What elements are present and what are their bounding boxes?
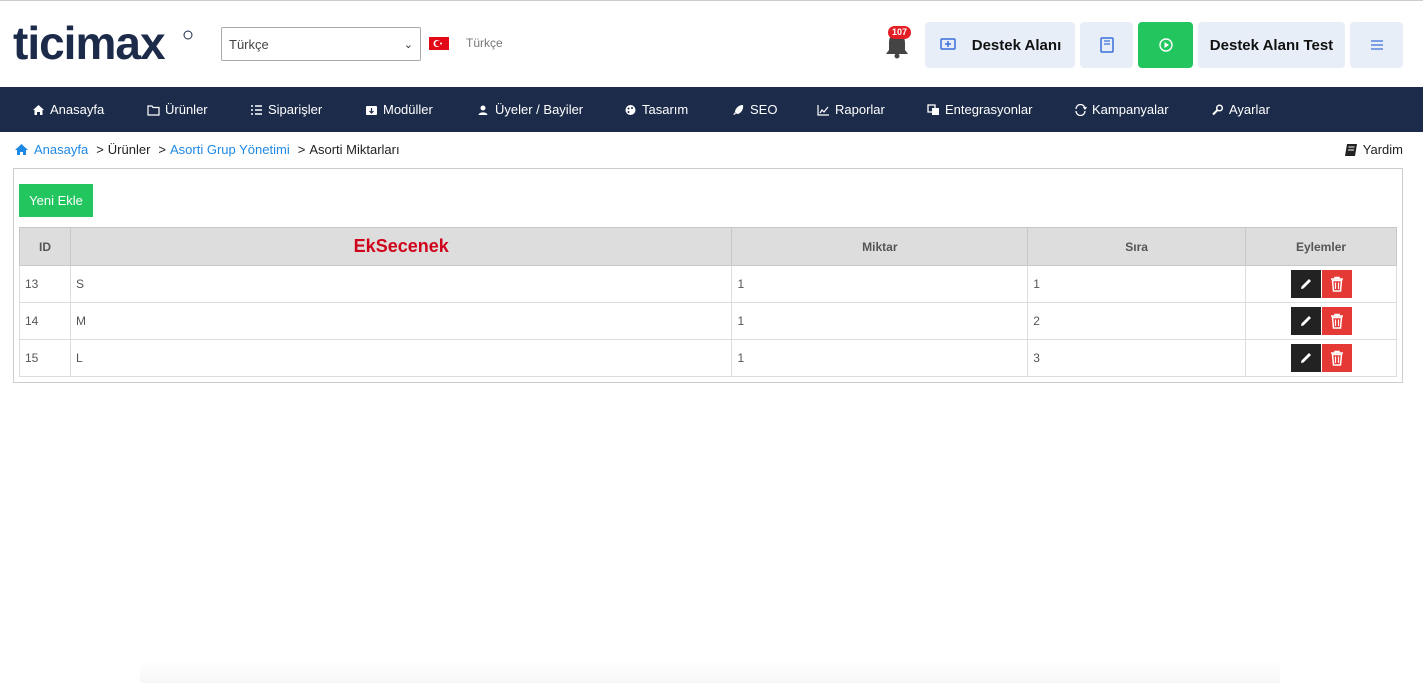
breadcrumb-home-link[interactable]: Anasayfa bbox=[34, 142, 88, 157]
edit-button[interactable] bbox=[1290, 307, 1321, 335]
table-row: 15 L 1 3 bbox=[19, 339, 1397, 377]
cell-order: 1 bbox=[1027, 265, 1247, 303]
table-header-row: ID EkSecenek Miktar Sıra Eylemler bbox=[19, 227, 1397, 266]
edit-button[interactable] bbox=[1290, 270, 1321, 298]
refresh-icon bbox=[1075, 103, 1087, 116]
cell-quantity: 1 bbox=[731, 339, 1029, 377]
home-icon bbox=[15, 144, 28, 155]
breadcrumb-separator: > bbox=[96, 142, 104, 157]
column-header-order[interactable]: Sıra bbox=[1027, 227, 1247, 266]
nav-item-modules[interactable]: Modüller bbox=[365, 87, 433, 132]
guide-book-button[interactable] bbox=[1080, 22, 1133, 68]
cell-option: S bbox=[69, 265, 733, 303]
rocket-icon bbox=[733, 104, 744, 115]
palette-icon bbox=[625, 104, 636, 115]
folder-icon bbox=[147, 104, 160, 116]
cell-id: 15 bbox=[19, 339, 71, 377]
turkey-flag-icon bbox=[429, 37, 449, 50]
cell-order: 2 bbox=[1027, 302, 1247, 340]
table-row: 13 S 1 1 bbox=[19, 265, 1397, 303]
cell-quantity: 1 bbox=[731, 302, 1029, 340]
column-header-option[interactable]: EkSecenek bbox=[69, 227, 733, 266]
module-icon bbox=[366, 105, 377, 115]
delete-button[interactable] bbox=[1321, 270, 1352, 298]
nav-item-seo[interactable]: SEO bbox=[732, 87, 777, 132]
nav-item-reports[interactable]: Raporlar bbox=[817, 87, 885, 132]
users-icon bbox=[478, 105, 488, 115]
cell-actions bbox=[1245, 339, 1397, 377]
edit-button[interactable] bbox=[1290, 344, 1321, 372]
book-icon bbox=[1344, 143, 1357, 156]
add-comment-icon bbox=[940, 38, 956, 50]
trash-icon bbox=[1330, 276, 1343, 292]
video-play-button[interactable] bbox=[1138, 22, 1193, 68]
chevron-down-icon: ⌄ bbox=[403, 38, 413, 51]
wrench-icon bbox=[1212, 103, 1224, 115]
table-row: 14 M 1 2 bbox=[19, 302, 1397, 340]
cell-actions bbox=[1245, 265, 1397, 303]
delete-button[interactable] bbox=[1321, 344, 1352, 372]
breadcrumb-group-link[interactable]: Asorti Grup Yönetimi bbox=[170, 142, 290, 157]
nav-item-integrations[interactable]: Entegrasyonlar bbox=[927, 87, 1032, 132]
pencil-icon bbox=[1300, 353, 1311, 363]
nav-item-home[interactable]: Anasayfa bbox=[32, 87, 104, 132]
trash-icon bbox=[1330, 313, 1343, 329]
svg-text:ticimax: ticimax bbox=[13, 19, 166, 69]
support-area-button[interactable]: Destek Alanı bbox=[925, 22, 1075, 68]
cell-id: 13 bbox=[19, 265, 71, 303]
add-new-button[interactable]: Yeni Ekle bbox=[19, 184, 93, 217]
delete-button[interactable] bbox=[1321, 307, 1352, 335]
nav-item-campaigns[interactable]: Kampanyalar bbox=[1074, 87, 1169, 132]
language-label: Türkçe bbox=[466, 36, 503, 50]
list-icon bbox=[251, 104, 262, 115]
footer-shadow bbox=[140, 660, 1280, 683]
nav-item-settings[interactable]: Ayarlar bbox=[1211, 87, 1270, 132]
assortment-table: ID EkSecenek Miktar Sıra Eylemler 13 S 1… bbox=[19, 227, 1397, 377]
nav-item-design[interactable]: Tasarım bbox=[624, 87, 688, 132]
nav-item-products[interactable]: Ürünler bbox=[147, 87, 208, 132]
cell-option: L bbox=[69, 339, 733, 377]
top-header: ticimax Türkçe ⌄ Türkçe 107 Destek Alanı… bbox=[0, 0, 1423, 87]
chart-icon bbox=[817, 104, 829, 116]
breadcrumb-separator: > bbox=[297, 142, 306, 157]
breadcrumb-separator: > bbox=[158, 142, 167, 157]
book-icon bbox=[1099, 37, 1114, 53]
pencil-icon bbox=[1300, 279, 1311, 289]
menu-icon bbox=[1370, 40, 1383, 50]
ticimax-logo[interactable]: ticimax bbox=[13, 19, 193, 69]
notification-badge: 107 bbox=[888, 26, 912, 39]
column-header-quantity[interactable]: Miktar bbox=[731, 227, 1029, 266]
cell-id: 14 bbox=[19, 302, 71, 340]
cell-actions bbox=[1245, 302, 1397, 340]
hamburger-menu-button[interactable] bbox=[1350, 22, 1403, 68]
column-header-id[interactable]: ID bbox=[19, 227, 71, 266]
help-link[interactable]: Yardim bbox=[1344, 142, 1403, 157]
trash-icon bbox=[1330, 350, 1343, 366]
pencil-icon bbox=[1300, 316, 1311, 326]
copy-icon bbox=[927, 103, 939, 115]
play-icon bbox=[1158, 38, 1173, 52]
cell-quantity: 1 bbox=[731, 265, 1029, 303]
breadcrumb-products: Ürünler bbox=[107, 142, 151, 157]
cell-order: 3 bbox=[1027, 339, 1247, 377]
main-nav: Anasayfa Ürünler Siparişler Modüller Üye… bbox=[0, 87, 1423, 132]
store-name-button[interactable]: Destek Alanı Test bbox=[1198, 22, 1345, 68]
column-header-actions: Eylemler bbox=[1245, 227, 1397, 266]
nav-item-orders[interactable]: Siparişler bbox=[250, 87, 322, 132]
nav-item-members[interactable]: Üyeler / Bayiler bbox=[477, 87, 583, 132]
cell-option: M bbox=[69, 302, 733, 340]
breadcrumb-current: Asorti Miktarları bbox=[309, 142, 400, 157]
home-icon bbox=[33, 104, 44, 115]
breadcrumb: Anasayfa > Ürünler > Asorti Grup Yönetim… bbox=[14, 142, 400, 157]
language-select[interactable]: Türkçe ⌄ bbox=[221, 27, 421, 61]
